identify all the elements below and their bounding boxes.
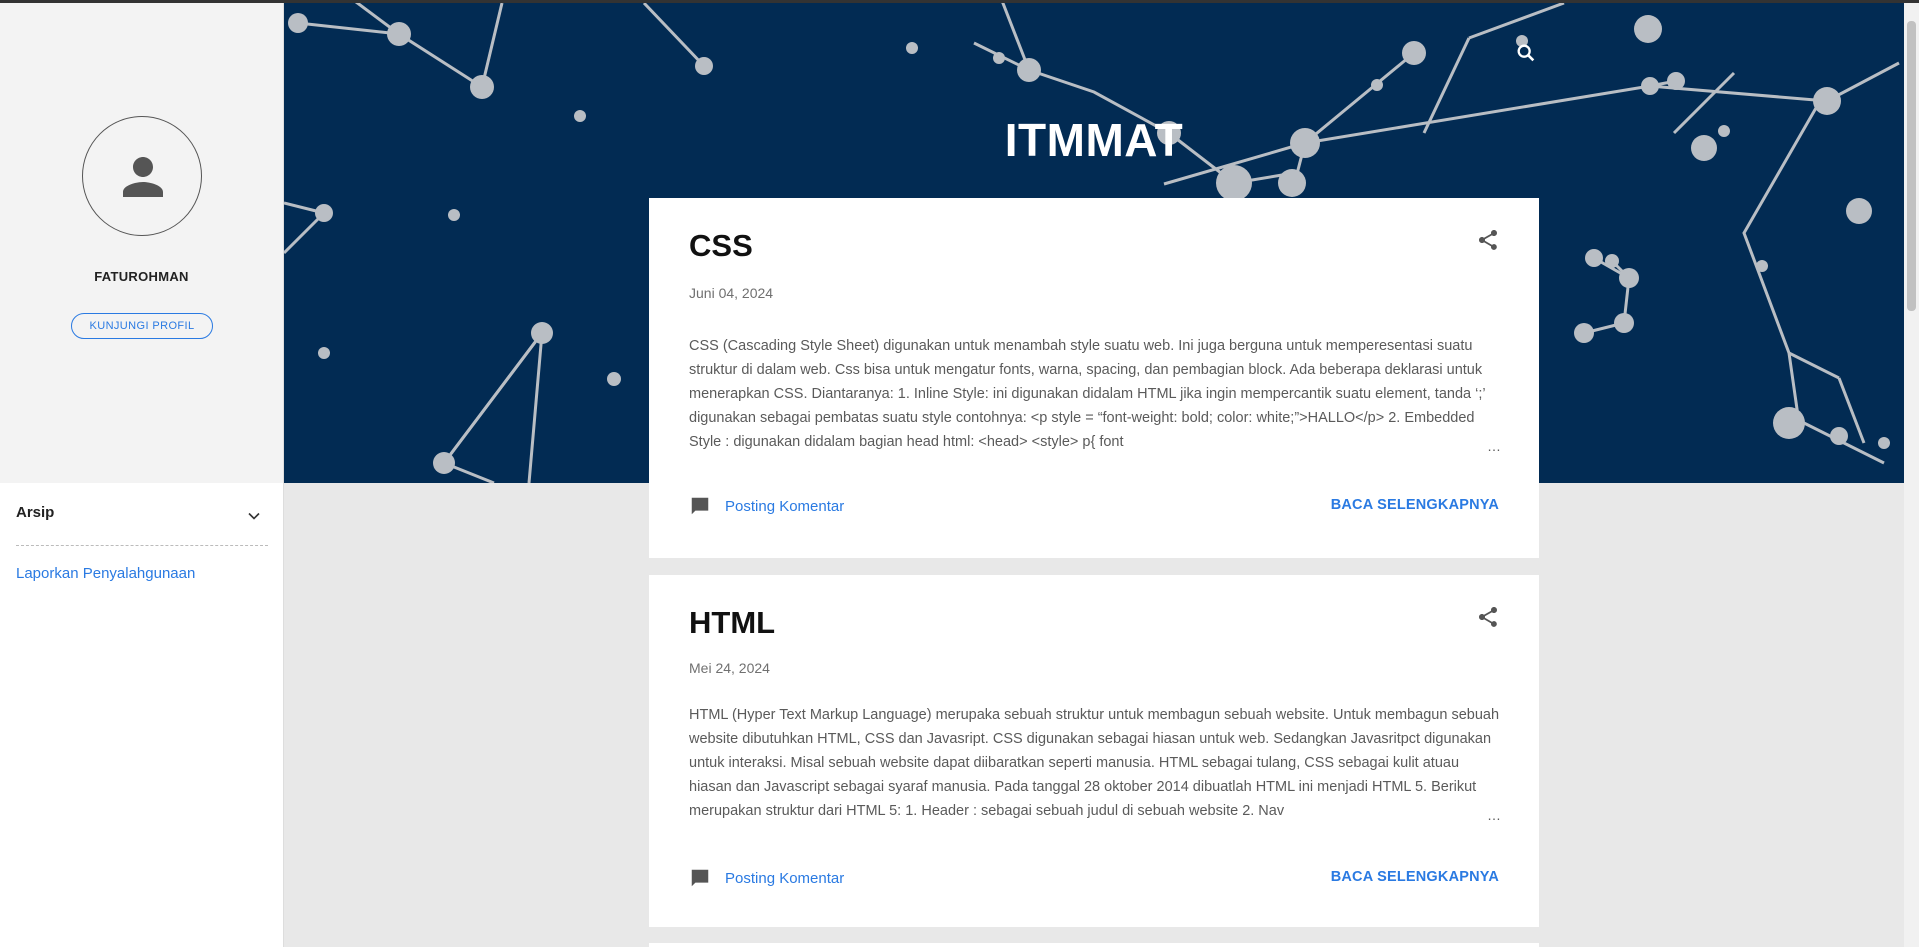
post-title[interactable]: HTML [689,605,775,641]
read-more-button[interactable]: BACA SELENGKAPNYA [1331,869,1499,885]
search-icon[interactable] [1515,42,1537,64]
share-icon[interactable] [1476,228,1500,252]
blog-title[interactable]: ITMMAT [284,113,1904,167]
post-date[interactable]: Mei 24, 2024 [689,660,770,676]
post-card: HTML Mei 24, 2024 HTML (Hyper Text Marku… [649,575,1539,927]
sidebar: FATUROHMAN KUNJUNGI PROFIL Arsip Laporka… [0,3,284,947]
scrollbar-thumb[interactable] [1907,21,1916,311]
snippet-ellipsis: … [1483,803,1501,827]
comment-icon [691,497,709,515]
profile-name: FATUROHMAN [94,269,189,284]
read-more-button[interactable]: BACA SELENGKAPNYA [1331,497,1499,513]
archive-title: Arsip [16,504,55,521]
avatar[interactable] [82,116,202,236]
post-card [649,943,1539,947]
post-title[interactable]: CSS [689,228,753,264]
post-snippet-text: HTML (Hyper Text Markup Language) merupa… [689,707,1500,819]
page-scrollbar[interactable] [1904,3,1919,947]
chevron-down-icon[interactable] [244,506,264,526]
post-comment-link[interactable]: Posting Komentar [689,495,844,517]
person-icon [123,157,163,197]
comment-icon [691,869,709,887]
post-snippet: CSS (Cascading Style Sheet) digunakan un… [689,334,1501,458]
snippet-ellipsis: … [1483,434,1501,458]
visit-profile-button[interactable]: KUNJUNGI PROFIL [71,313,213,339]
post-comment-link[interactable]: Posting Komentar [689,867,844,889]
archive-widget[interactable]: Arsip [16,496,268,546]
post-card: CSS Juni 04, 2024 CSS (Cascading Style S… [649,198,1539,558]
post-snippet: HTML (Hyper Text Markup Language) merupa… [689,703,1501,827]
post-snippet-text: CSS (Cascading Style Sheet) digunakan un… [689,338,1486,450]
post-comment-label[interactable]: Posting Komentar [725,498,844,515]
post-comment-label[interactable]: Posting Komentar [725,870,844,887]
window-top-border [0,0,1919,3]
profile-section: FATUROHMAN KUNJUNGI PROFIL [0,3,283,483]
post-date[interactable]: Juni 04, 2024 [689,285,773,301]
report-abuse-link[interactable]: Laporkan Penyalahgunaan [16,565,195,582]
share-icon[interactable] [1476,605,1500,629]
